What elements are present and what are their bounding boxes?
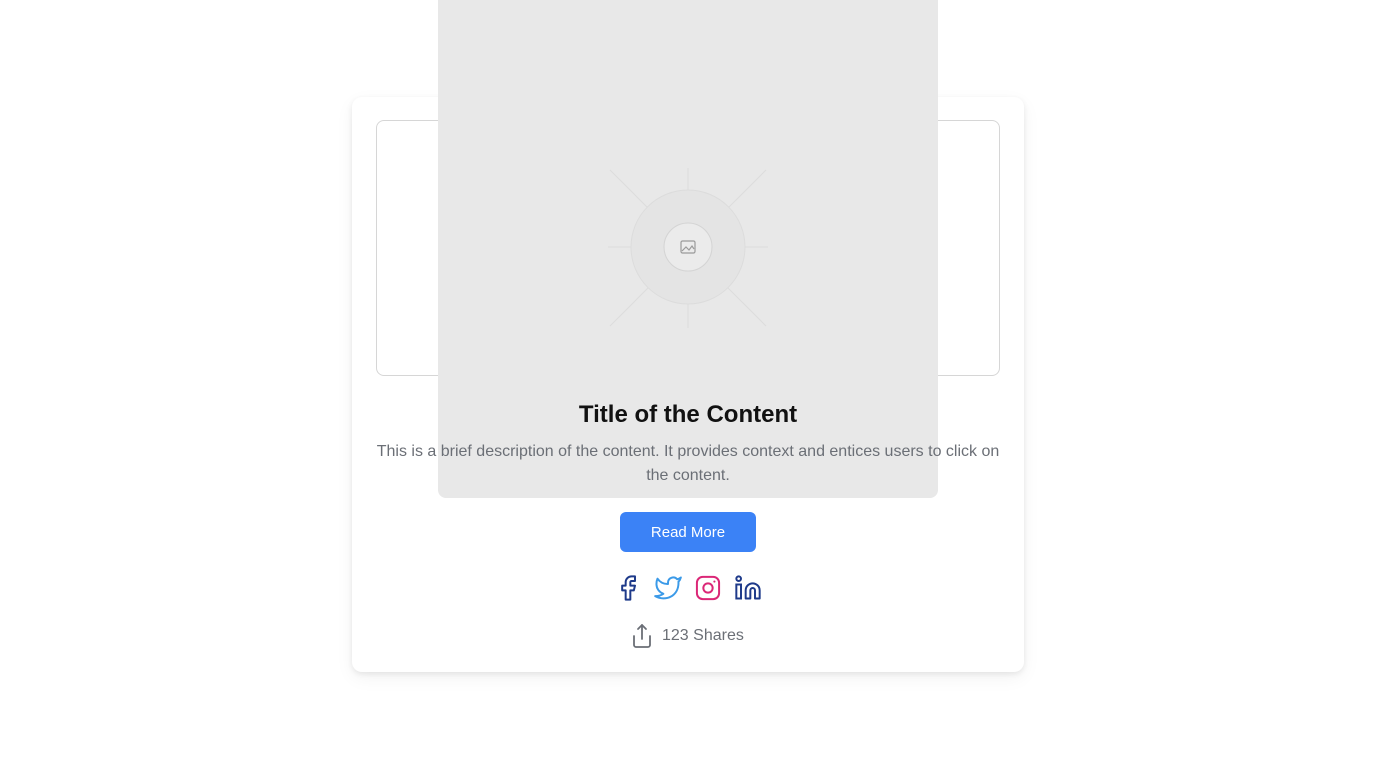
instagram-icon (695, 575, 721, 601)
linkedin-icon (735, 575, 761, 600)
read-more-button[interactable]: Read More (620, 512, 756, 552)
twitter-icon (654, 576, 682, 600)
linkedin-link[interactable] (734, 574, 762, 602)
twitter-link[interactable] (654, 574, 682, 602)
instagram-link[interactable] (694, 574, 722, 602)
social-links (614, 574, 764, 602)
share-count[interactable]: 123 Shares (630, 622, 744, 650)
content-description: This is a brief description of the conte… (376, 443, 1000, 484)
page: Title of the Content This is a brief des… (0, 0, 1376, 768)
content-title: Title of the Content (578, 401, 798, 428)
facebook-link[interactable] (614, 574, 642, 602)
share-icon (633, 624, 651, 648)
facebook-icon (621, 575, 636, 601)
share-count-label: 123 Shares (662, 627, 744, 644)
